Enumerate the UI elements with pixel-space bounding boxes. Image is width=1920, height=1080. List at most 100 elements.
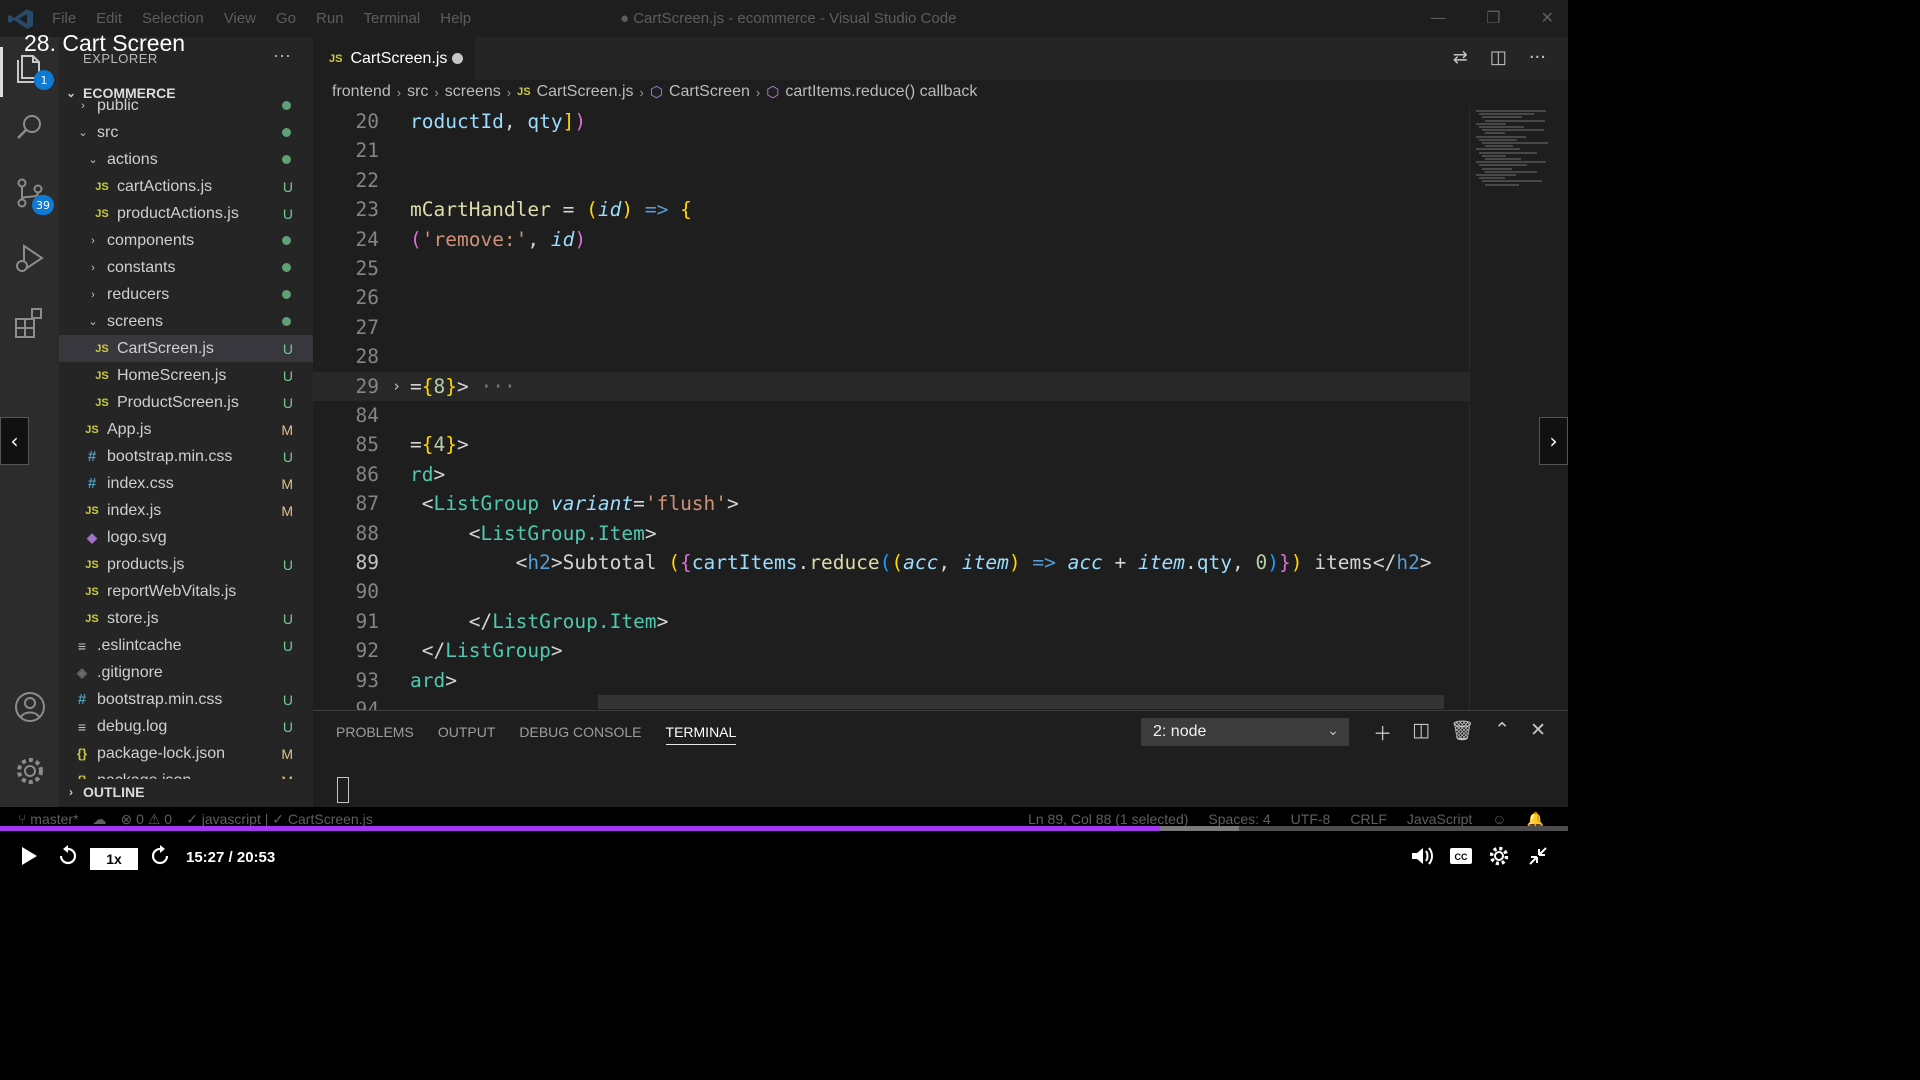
tree-folder[interactable]: ⌄ src bbox=[59, 119, 313, 146]
tree-file[interactable]: JS ProductScreen.js U bbox=[59, 389, 313, 416]
code-view[interactable]: 20 roductId, qty]) 21 22 23 mCartHandler = (i… bbox=[313, 107, 1469, 710]
breadcrumb-item[interactable]: CartScreen.js bbox=[537, 83, 634, 101]
tree-file[interactable]: JS productActions.js U bbox=[59, 200, 313, 227]
terminal-selector[interactable]: 2: node ⌄ bbox=[1141, 718, 1349, 746]
previous-lecture-button[interactable]: ‹ bbox=[0, 417, 29, 465]
source-control-button[interactable]: 39 bbox=[12, 175, 54, 215]
split-editor-icon[interactable]: ◫ bbox=[1490, 47, 1507, 68]
extensions-button[interactable] bbox=[12, 305, 48, 341]
tree-file[interactable]: JS HomeScreen.js U bbox=[59, 362, 313, 389]
outline-section-header[interactable]: › OUTLINE bbox=[59, 779, 313, 805]
restore-button[interactable]: ❐ bbox=[1486, 8, 1500, 27]
tab-terminal[interactable]: TERMINAL bbox=[665, 724, 737, 745]
menu-run[interactable]: Run bbox=[316, 10, 344, 27]
fold-chevron-icon[interactable]: › bbox=[392, 372, 401, 401]
breadcrumb-item[interactable]: frontend bbox=[332, 83, 391, 101]
tree-file[interactable]: {} package-lock.json M bbox=[59, 740, 313, 767]
trash-icon[interactable]: 🗑 bbox=[1450, 719, 1474, 746]
tree-file[interactable]: # bootstrap.min.css U bbox=[59, 443, 313, 470]
tree-file[interactable]: JS store.js U bbox=[59, 605, 313, 632]
split-terminal-icon[interactable]: ◫ bbox=[1412, 719, 1430, 746]
menu-edit[interactable]: Edit bbox=[96, 10, 122, 27]
code-line[interactable]: 85 ={4}> bbox=[313, 430, 1469, 459]
rewind-icon[interactable] bbox=[57, 845, 79, 867]
tree-file[interactable]: JS products.js U bbox=[59, 551, 313, 578]
code-line[interactable]: 23 mCartHandler = (id) => { bbox=[313, 195, 1469, 224]
close-panel-icon[interactable]: ✕ bbox=[1530, 719, 1546, 746]
code-line[interactable]: 25 bbox=[313, 254, 1469, 283]
tab-problems[interactable]: PROBLEMS bbox=[336, 724, 414, 745]
menu-file[interactable]: File bbox=[52, 10, 76, 27]
tree-folder[interactable]: ⌄ screens bbox=[59, 308, 313, 335]
tab-cartscreen[interactable]: JS CartScreen.js bbox=[313, 37, 475, 80]
run-debug-button[interactable] bbox=[12, 240, 48, 276]
minimize-button[interactable]: — bbox=[1430, 8, 1446, 27]
code-line[interactable]: 27 bbox=[313, 313, 1469, 342]
menu-go[interactable]: Go bbox=[276, 10, 296, 27]
gear-icon[interactable] bbox=[1488, 845, 1510, 867]
tree-file[interactable]: JS cartActions.js U bbox=[59, 173, 313, 200]
code-line[interactable]: 92 </ListGroup> bbox=[313, 636, 1469, 665]
code-line[interactable]: 84 bbox=[313, 401, 1469, 430]
tree-file[interactable]: ≡ debug.log U bbox=[59, 713, 313, 740]
accounts-button[interactable] bbox=[12, 689, 48, 725]
code-line[interactable]: 88 <ListGroup.Item> bbox=[313, 519, 1469, 548]
breadcrumb-item[interactable]: CartScreen bbox=[669, 83, 750, 101]
code-line[interactable]: 91 </ListGroup.Item> bbox=[313, 607, 1469, 636]
tree-folder[interactable]: ⌄ actions bbox=[59, 146, 313, 173]
tree-file[interactable]: JS reportWebVitals.js bbox=[59, 578, 313, 605]
play-icon[interactable] bbox=[18, 845, 40, 867]
menu-help[interactable]: Help bbox=[440, 10, 471, 27]
tab-output[interactable]: OUTPUT bbox=[438, 724, 496, 745]
tree-file[interactable]: ◈ .gitignore bbox=[59, 659, 313, 686]
terminal-cursor[interactable] bbox=[337, 777, 349, 803]
forward-icon[interactable] bbox=[149, 845, 171, 867]
playback-speed-button[interactable]: 1x bbox=[90, 848, 138, 870]
tree-folder[interactable]: › reducers bbox=[59, 281, 313, 308]
settings-button[interactable] bbox=[12, 753, 48, 789]
code-line[interactable]: 90 bbox=[313, 577, 1469, 606]
unsaved-dot-icon[interactable] bbox=[452, 53, 463, 64]
tree-file[interactable]: JS App.js M bbox=[59, 416, 313, 443]
exit-fullscreen-icon[interactable] bbox=[1527, 845, 1549, 867]
open-changes-icon[interactable]: ⇄ bbox=[1453, 47, 1468, 68]
tree-folder[interactable]: › public bbox=[59, 92, 313, 119]
minimap[interactable] bbox=[1469, 107, 1568, 710]
code-line[interactable]: 22 bbox=[313, 166, 1469, 195]
search-button[interactable] bbox=[12, 110, 48, 146]
breadcrumb-item[interactable]: screens bbox=[445, 83, 501, 101]
next-lecture-button[interactable]: › bbox=[1539, 417, 1568, 465]
tree-file[interactable]: JS index.js M bbox=[59, 497, 313, 524]
breadcrumb-item[interactable]: cartItems.reduce() callback bbox=[785, 83, 977, 101]
captions-icon[interactable]: CC bbox=[1449, 845, 1473, 867]
code-line[interactable]: 93 ard> bbox=[313, 666, 1469, 695]
code-line[interactable]: 24 ('remove:', id) bbox=[313, 225, 1469, 254]
code-line[interactable]: 26 bbox=[313, 283, 1469, 312]
tab-debug-console[interactable]: DEBUG CONSOLE bbox=[519, 724, 641, 745]
new-terminal-icon[interactable]: ＋ bbox=[1373, 719, 1392, 746]
tree-file[interactable]: # bootstrap.min.css U bbox=[59, 686, 313, 713]
tree-folder[interactable]: › components bbox=[59, 227, 313, 254]
tree-file[interactable]: # index.css M bbox=[59, 470, 313, 497]
tree-file[interactable]: ≡ .eslintcache U bbox=[59, 632, 313, 659]
maximize-panel-icon[interactable]: ⌃ bbox=[1494, 719, 1510, 746]
tree-folder[interactable]: › constants bbox=[59, 254, 313, 281]
code-line[interactable]: 28 bbox=[313, 342, 1469, 371]
code-line[interactable]: 20 roductId, qty]) bbox=[313, 107, 1469, 136]
breadcrumb-item[interactable]: src bbox=[407, 83, 428, 101]
volume-icon[interactable] bbox=[1410, 845, 1434, 867]
tree-file[interactable]: JS CartScreen.js U bbox=[59, 335, 313, 362]
close-window-button[interactable]: ✕ bbox=[1541, 8, 1554, 27]
explorer-more-button[interactable]: ··· bbox=[273, 45, 291, 66]
horizontal-scrollbar[interactable] bbox=[598, 695, 1444, 709]
menu-terminal[interactable]: Terminal bbox=[364, 10, 421, 27]
code-line[interactable]: 86 rd> bbox=[313, 460, 1469, 489]
code-line[interactable]: 29 › ={8}> ··· bbox=[313, 371, 1469, 401]
menu-selection[interactable]: Selection bbox=[142, 10, 204, 27]
tree-file[interactable]: ◆ logo.svg bbox=[59, 524, 313, 551]
code-line[interactable]: 89 <h2>Subtotal ({cartItems.reduce((acc,… bbox=[313, 548, 1469, 577]
menu-view[interactable]: View bbox=[224, 10, 256, 27]
more-actions-icon[interactable]: ··· bbox=[1529, 47, 1546, 68]
code-line[interactable]: 87 <ListGroup variant='flush'> bbox=[313, 489, 1469, 518]
code-line[interactable]: 21 bbox=[313, 136, 1469, 165]
